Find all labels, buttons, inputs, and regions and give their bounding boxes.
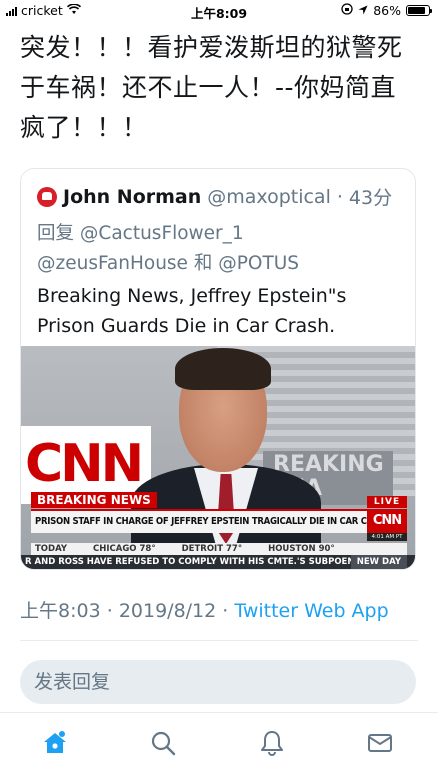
tab-messages[interactable] <box>366 729 394 757</box>
news-clock: 4:01 AM PT <box>367 533 407 541</box>
quoted-tweet-card[interactable]: John Norman @maxoptical · 43分 回复 @Cactus… <box>20 168 416 570</box>
quoted-author-handle[interactable]: @maxoptical <box>207 186 331 208</box>
quoted-tweet-time: 43分 <box>348 187 393 209</box>
messages-icon <box>368 734 392 752</box>
tab-notifications[interactable] <box>258 729 286 757</box>
separator-dot: · <box>106 600 113 622</box>
reply-to-line-2: @zeusFanHouse 和 @POTUS <box>37 249 299 275</box>
weather-item: CHICAGO 78° <box>93 544 156 554</box>
quoted-tweet-header: John Norman @maxoptical · 43分 <box>37 183 392 210</box>
weather-ticker: TODAY CHICAGO 78° DETROIT 77° HOUSTON 90… <box>31 543 407 555</box>
location-icon <box>358 3 368 18</box>
mention-zeusfanhouse[interactable]: @zeusFanHouse <box>37 253 188 274</box>
tab-home[interactable] <box>41 729 69 757</box>
weather-item: DETROIT 77° <box>181 544 243 554</box>
status-right: 86% <box>341 3 432 18</box>
reply-input[interactable]: 发表回复 <box>20 660 416 704</box>
quoted-tweet-text: Breaking News, Jeffrey Epstein"s Prison … <box>37 285 347 337</box>
weather-item: TODAY <box>35 544 67 554</box>
reply-to-line-1: 回复 @CactusFlower_1 <box>37 219 244 245</box>
home-icon <box>44 731 66 753</box>
tab-search[interactable] <box>149 729 177 757</box>
cnn-logo: CNN <box>367 509 407 533</box>
anchor-hair <box>175 348 271 390</box>
breaking-news-label: BREAKING NEWS <box>31 492 157 508</box>
news-lower-third: BREAKING NEWS LIVE PRISON STAFF IN CHARG… <box>21 492 415 569</box>
divider <box>20 640 418 641</box>
mention-potus[interactable]: @POTUS <box>218 253 299 274</box>
battery-icon <box>406 5 432 16</box>
tweet-meta: 上午8:03 · 2019/8/12 · Twitter Web App <box>20 596 389 623</box>
news-ticker-text: R AND ROSS HAVE REFUSED TO COMPLY WITH H… <box>25 557 390 567</box>
tweet-source-link[interactable]: Twitter Web App <box>234 600 388 622</box>
reply-and: 和 <box>193 253 213 274</box>
separator-dot: · <box>222 600 229 622</box>
tweet-date: 2019/8/12 <box>118 600 217 622</box>
search-icon <box>151 731 176 756</box>
live-label: LIVE <box>367 496 407 508</box>
show-tag: NEW DAY <box>350 555 407 569</box>
status-bar: cricket 上午8:09 86% <box>0 0 438 22</box>
tweet-time: 上午8:03 <box>20 600 101 622</box>
notifications-icon <box>261 731 283 756</box>
bottom-tab-bar <box>0 712 438 767</box>
news-screenshot-image[interactable]: CNN REAKING REA BREAKING NEWS LIVE PRISO… <box>21 346 415 569</box>
tweet-text: 突发！！！看护爱泼斯坦的狱警死于车祸！还不止一人！--你妈简直疯了！！！ <box>20 33 403 142</box>
news-headline: PRISON STAFF IN CHARGE OF JEFFREY EPSTEI… <box>31 509 371 533</box>
weather-item: HOUSTON 90° <box>268 544 335 554</box>
mention-cactusflower[interactable]: @CactusFlower_1 <box>80 223 244 244</box>
news-ticker: R AND ROSS HAVE REFUSED TO COMPLY WITH H… <box>21 555 415 569</box>
rotation-lock-icon <box>341 3 353 18</box>
avatar[interactable] <box>37 186 57 207</box>
battery-percent: 86% <box>373 3 401 18</box>
reply-prefix: 回复 <box>37 223 75 244</box>
quoted-author-name[interactable]: John Norman <box>63 186 201 208</box>
separator-dot: · <box>336 185 343 208</box>
